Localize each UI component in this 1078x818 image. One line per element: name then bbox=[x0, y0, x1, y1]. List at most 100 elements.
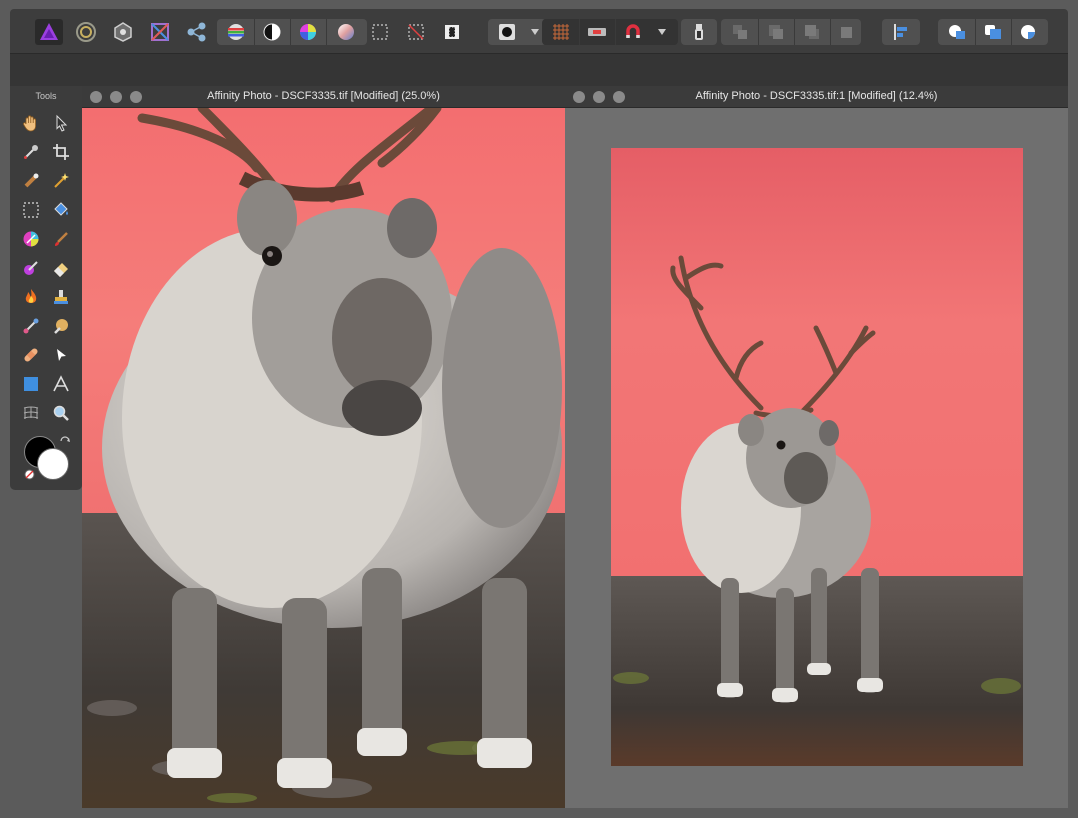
order-back-icon bbox=[733, 25, 747, 39]
auto-contrast-icon bbox=[263, 23, 281, 41]
auto-levels-button[interactable] bbox=[221, 19, 251, 45]
assistant-button[interactable] bbox=[582, 19, 612, 45]
flame-icon bbox=[25, 289, 37, 303]
blemish-removal-tool[interactable] bbox=[49, 315, 73, 337]
mesh-warp-tool[interactable] bbox=[19, 402, 43, 424]
boolean-add-button[interactable] bbox=[941, 19, 973, 45]
quick-mask-icon bbox=[499, 24, 515, 40]
deselect-button[interactable] bbox=[402, 19, 430, 45]
clone-tool[interactable] bbox=[49, 286, 73, 308]
document-canvas-2[interactable] bbox=[565, 108, 1068, 808]
export-persona-button[interactable] bbox=[183, 19, 211, 45]
zoom-window-button[interactable] bbox=[130, 91, 142, 103]
swap-colors-button[interactable] bbox=[59, 435, 71, 447]
liquify-persona-icon bbox=[76, 22, 96, 42]
paint-brush-tool[interactable] bbox=[49, 228, 73, 250]
no-color-button[interactable] bbox=[24, 467, 35, 480]
export-persona-icon bbox=[187, 22, 206, 42]
tools-panel-title: Tools bbox=[35, 91, 57, 101]
snapping-icon bbox=[626, 24, 640, 38]
secondary-color-swatch[interactable] bbox=[37, 448, 69, 480]
rectangle-icon bbox=[24, 377, 38, 391]
photo-persona-button[interactable] bbox=[35, 19, 63, 45]
close-window-button[interactable] bbox=[90, 91, 102, 103]
order-forward-button[interactable] bbox=[796, 19, 828, 45]
document-window-2: Affinity Photo - DSCF3335.tif:1 [Modifie… bbox=[565, 86, 1068, 808]
fill-tool[interactable] bbox=[49, 199, 73, 221]
crop-tool[interactable] bbox=[49, 141, 73, 163]
document-canvas-1[interactable] bbox=[82, 108, 565, 808]
order-back-button[interactable] bbox=[724, 19, 756, 45]
grid-button[interactable] bbox=[546, 19, 576, 45]
zoom-tool[interactable] bbox=[49, 402, 73, 424]
align-button[interactable] bbox=[886, 19, 916, 45]
order-forward-icon bbox=[805, 25, 819, 39]
burn-tool[interactable] bbox=[19, 286, 43, 308]
minimize-window-button[interactable] bbox=[110, 91, 122, 103]
align-icon bbox=[894, 24, 907, 40]
node-tool[interactable] bbox=[49, 344, 73, 366]
order-backward-button[interactable] bbox=[760, 19, 792, 45]
crop-icon bbox=[53, 144, 69, 160]
paint-bucket-icon bbox=[54, 202, 68, 216]
invert-selection-button[interactable] bbox=[438, 19, 466, 45]
order-backward-icon bbox=[769, 25, 783, 39]
minimize-window-button[interactable] bbox=[593, 91, 605, 103]
zoom-window-button[interactable] bbox=[613, 91, 625, 103]
liquify-persona-button[interactable] bbox=[72, 19, 100, 45]
transparent-icon bbox=[24, 469, 35, 480]
close-window-button[interactable] bbox=[573, 91, 585, 103]
chevron-down-icon bbox=[531, 29, 539, 35]
stamp-icon bbox=[54, 290, 68, 304]
tools-panel: Tools bbox=[10, 86, 82, 490]
order-front-icon bbox=[841, 27, 852, 38]
bandage-icon bbox=[24, 348, 38, 362]
view-tool[interactable] bbox=[19, 112, 43, 134]
smudge-tool[interactable] bbox=[19, 315, 43, 337]
color-replace-brush-icon bbox=[24, 261, 38, 275]
boolean-intersect-button[interactable] bbox=[1013, 19, 1045, 45]
boolean-subtract-button[interactable] bbox=[977, 19, 1009, 45]
move-tool[interactable] bbox=[49, 112, 73, 134]
smudge-brush-icon bbox=[23, 318, 39, 334]
deselect-icon bbox=[408, 24, 424, 40]
order-front-button[interactable] bbox=[832, 19, 860, 45]
grid-icon bbox=[553, 24, 569, 40]
selection-brush-tool[interactable] bbox=[19, 170, 43, 192]
mode-button[interactable] bbox=[684, 19, 714, 45]
snapping-group bbox=[542, 19, 678, 45]
erase-tool[interactable] bbox=[49, 257, 73, 279]
boolean-add-icon bbox=[949, 25, 965, 39]
magnifier-icon bbox=[53, 405, 69, 421]
selection-mode-button[interactable] bbox=[366, 19, 394, 45]
paint-brush-icon bbox=[55, 232, 68, 246]
color-replacement-tool[interactable] bbox=[19, 257, 43, 279]
node-pointer-icon bbox=[57, 349, 66, 361]
assistant-icon bbox=[588, 28, 606, 36]
affinity-photo-persona-icon bbox=[40, 23, 58, 40]
tone-mapping-persona-button[interactable] bbox=[146, 19, 174, 45]
flood-select-tool[interactable] bbox=[49, 170, 73, 192]
mode-icon bbox=[695, 24, 703, 40]
auto-colors-button[interactable] bbox=[293, 19, 323, 45]
boolean-intersect-icon bbox=[1021, 25, 1035, 39]
inpainting-tool[interactable] bbox=[19, 344, 43, 366]
marquee-tool[interactable] bbox=[19, 199, 43, 221]
eyedropper-icon bbox=[24, 145, 38, 159]
selection-brush-icon bbox=[24, 173, 39, 188]
color-picker-tool[interactable] bbox=[19, 141, 43, 163]
order-group bbox=[721, 19, 861, 45]
gradient-tool[interactable] bbox=[19, 228, 43, 250]
text-tool[interactable] bbox=[49, 373, 73, 395]
develop-persona-button[interactable] bbox=[109, 19, 137, 45]
chevron-down-icon bbox=[658, 29, 666, 35]
auto-contrast-button[interactable] bbox=[257, 19, 287, 45]
auto-white-balance-button[interactable] bbox=[329, 19, 363, 45]
develop-persona-icon bbox=[114, 22, 132, 42]
quick-mask-button[interactable] bbox=[492, 19, 522, 45]
auto-colors-icon bbox=[300, 24, 316, 40]
align-group bbox=[882, 19, 920, 45]
snapping-button[interactable] bbox=[618, 19, 648, 45]
snapping-dropdown[interactable] bbox=[652, 19, 672, 45]
rectangle-tool[interactable] bbox=[19, 373, 43, 395]
